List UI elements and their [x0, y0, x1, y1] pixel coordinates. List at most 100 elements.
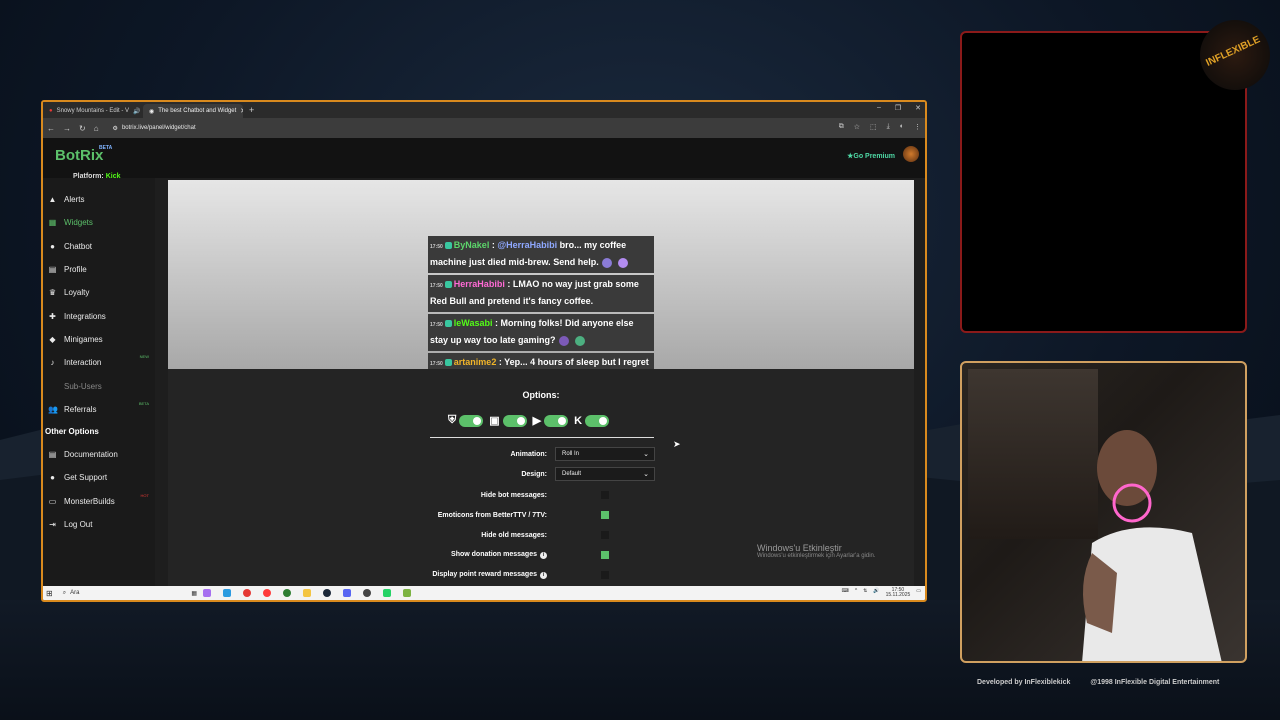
- minimize-icon[interactable]: –: [877, 104, 881, 112]
- whatsapp-icon[interactable]: [383, 589, 392, 597]
- sidebar-item-profile[interactable]: ▤ Profile: [43, 258, 155, 281]
- sidebar-item-integrations[interactable]: ✚ Integrations: [43, 304, 155, 327]
- speaker-icon[interactable]: 🔊: [133, 108, 140, 115]
- info-icon[interactable]: i: [540, 552, 547, 559]
- sidebar-item-documentation[interactable]: ▤ Documentation: [43, 443, 155, 466]
- donation-checkbox[interactable]: [601, 551, 609, 559]
- design-select[interactable]: Default ⌄: [555, 467, 655, 481]
- keyboard-icon[interactable]: ⌨: [842, 588, 849, 598]
- botrix-page: BotRix BETA ★Go Premium Platform: Kick ▲…: [43, 138, 925, 586]
- sidebar-item-monsterbuilds[interactable]: ▭ MonsterBuilds HOT: [43, 490, 155, 513]
- emote-icon: [574, 335, 585, 346]
- chat-message: 17:50 HerraHabibi : LMAO no way just grab…: [428, 275, 654, 312]
- people-icon: 👥: [48, 404, 58, 414]
- hide-old-checkbox[interactable]: [601, 531, 609, 539]
- bot-platform-icon: ⛨: [448, 414, 457, 426]
- go-premium-button[interactable]: ★Go Premium: [847, 152, 895, 160]
- back-icon[interactable]: ←: [47, 124, 55, 133]
- hide-bot-checkbox[interactable]: [601, 491, 609, 499]
- chrome-icon[interactable]: [243, 589, 252, 597]
- credit-right: @1998 InFlexible Digital Entertainment: [1090, 679, 1220, 686]
- network-icon[interactable]: ⇅: [863, 588, 867, 598]
- message-time: 17:50: [430, 361, 443, 367]
- point-reward-checkbox[interactable]: [601, 571, 609, 579]
- sidebar-item-referrals[interactable]: 👥 Referrals BETA: [43, 398, 155, 421]
- sidebar-item-label: Documentation: [64, 450, 118, 460]
- sidebar-item-loyalty[interactable]: ♛ Loyalty: [43, 281, 155, 304]
- sidebar-item-chatbot[interactable]: ● Chatbot: [43, 235, 155, 258]
- sidebar-item-label: Interaction: [64, 358, 102, 368]
- chevron-down-icon: ⌄: [643, 451, 649, 458]
- clock[interactable]: 17:50 15.11.2025: [886, 588, 911, 598]
- volume-icon[interactable]: 🔊: [873, 588, 879, 598]
- sidebar-item-widgets[interactable]: ▦ Widgets: [43, 211, 155, 234]
- sidebar-item-label: Chatbot: [64, 241, 93, 251]
- overlay-credits: Developed by InFlexiblekick @1998 InFlex…: [977, 679, 1219, 686]
- globe-icon: ◉: [149, 108, 155, 115]
- platform-kick-bot: ⛨: [448, 414, 484, 427]
- platform-twitch: ▣: [489, 414, 527, 427]
- sidebar-item-label: Profile: [64, 265, 87, 275]
- download-icon[interactable]: ⤓: [887, 123, 890, 131]
- sidebar-item-interaction[interactable]: ♪ Interaction NEW: [43, 351, 155, 374]
- url-field[interactable]: ⚙ botrix.live/panel/widget/chat: [107, 121, 793, 135]
- opera-icon[interactable]: [263, 589, 272, 597]
- animation-select[interactable]: Roll In ⌄: [555, 447, 655, 461]
- taskbar-search[interactable]: Ara: [70, 590, 79, 596]
- windows-start-icon[interactable]: ⊞: [46, 589, 53, 598]
- trophy-icon: ♛: [48, 288, 57, 298]
- sidebar-item-sub-users[interactable]: Sub-Users: [43, 374, 155, 397]
- beta-badge: BETA: [99, 145, 113, 151]
- donation-label: Show donation messages: [451, 551, 537, 558]
- star-icon[interactable]: ☆: [854, 123, 860, 131]
- point-reward-row: Display point reward messages i: [368, 566, 688, 584]
- close-window-icon[interactable]: ✕: [915, 104, 921, 112]
- bot-platform-toggle[interactable]: [459, 414, 484, 427]
- task-view-icon[interactable]: ▦: [191, 590, 197, 597]
- tab-botrix[interactable]: ◉ The best Chatbot and Widget ✕: [143, 104, 243, 118]
- sidebar-item-log-out[interactable]: ⇥ Log Out: [43, 513, 155, 536]
- site-info-icon[interactable]: ⚙: [113, 125, 118, 132]
- emote-icon: [601, 257, 612, 268]
- info-icon[interactable]: i: [540, 572, 547, 579]
- forward-icon[interactable]: →: [63, 124, 71, 133]
- botrix-logo[interactable]: BotRix BETA: [55, 145, 112, 164]
- steam-icon[interactable]: [323, 589, 332, 597]
- discord-icon[interactable]: [343, 589, 352, 597]
- donation-label-wrap: Show donation messages i: [368, 551, 555, 559]
- emote-icon: [558, 335, 569, 346]
- message-user: artanime2: [453, 357, 497, 367]
- music-icon: ♪: [50, 358, 55, 368]
- obs-icon[interactable]: [363, 589, 372, 597]
- sidebar-item-alerts[interactable]: ▲ Alerts: [43, 188, 155, 211]
- maximize-icon[interactable]: ❐: [895, 104, 901, 112]
- tab-title: The best Chatbot and Widget: [158, 108, 237, 114]
- profile-icon[interactable]: ◐: [900, 123, 904, 131]
- kick-toggle[interactable]: [585, 414, 610, 427]
- point-reward-label-wrap: Display point reward messages i: [368, 571, 555, 579]
- extensions-icon[interactable]: ⬚: [870, 123, 877, 131]
- sidebar-item-minigames[interactable]: ◆ Minigames: [43, 328, 155, 351]
- message-user: ByNakel: [453, 240, 490, 250]
- tab-snowy-mountains[interactable]: ● Snowy Mountains - Edit - V 🔊 ✕: [43, 104, 143, 118]
- notification-icon[interactable]: ▭: [916, 588, 921, 598]
- twitch-toggle[interactable]: [502, 414, 527, 427]
- search-icon[interactable]: ⌕: [63, 590, 66, 597]
- sidebar-item-get-support[interactable]: ● Get Support: [43, 466, 155, 489]
- folder-icon[interactable]: [303, 589, 312, 597]
- emoticons-row: Emoticons from BetterTTV / 7TV:: [368, 506, 688, 524]
- home-icon[interactable]: ⌂: [94, 124, 99, 133]
- chevron-up-icon[interactable]: ^: [855, 588, 857, 598]
- xbox-icon[interactable]: [283, 589, 292, 597]
- menu-icon[interactable]: ⋮: [914, 123, 921, 131]
- translate-icon[interactable]: ⧉: [839, 123, 844, 131]
- avatar[interactable]: [903, 146, 919, 162]
- reload-icon[interactable]: ↻: [79, 124, 86, 133]
- message-time: 17:50: [430, 283, 443, 289]
- copilot-icon[interactable]: [203, 589, 212, 597]
- youtube-toggle[interactable]: [544, 414, 569, 427]
- emoticons-checkbox[interactable]: [601, 511, 609, 519]
- edge-icon[interactable]: [223, 589, 232, 597]
- app-icon[interactable]: [403, 589, 412, 597]
- new-tab-button[interactable]: +: [243, 105, 260, 115]
